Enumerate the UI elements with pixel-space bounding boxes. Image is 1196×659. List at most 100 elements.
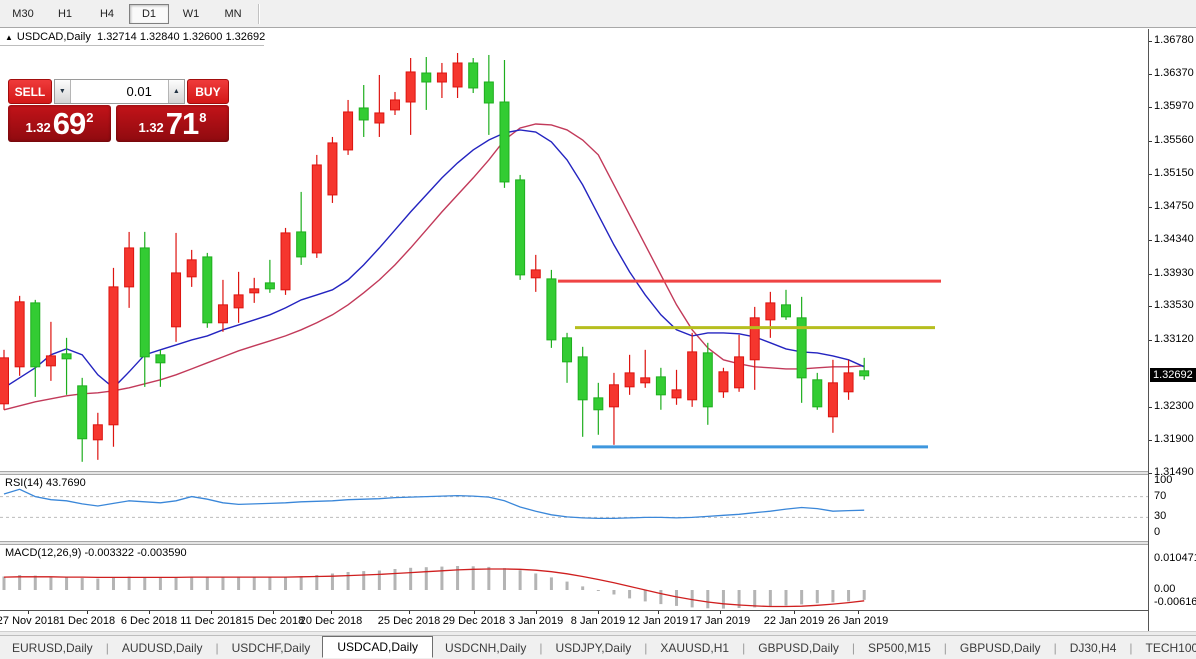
tab-gbpusd-daily[interactable]: GBPUSD,Daily <box>746 638 851 658</box>
timeframe-button-h4[interactable]: H4 <box>87 4 127 24</box>
price-chart-panel: ▲ USDCAD,Daily 1.32714 1.32840 1.32600 1.… <box>0 29 1149 471</box>
buy-button[interactable]: BUY <box>187 79 229 104</box>
time-axis-label: 6 Dec 2018 <box>121 615 177 627</box>
sell-price-big: 69 <box>53 106 85 142</box>
time-axis-label: 1 Dec 2018 <box>59 615 115 627</box>
header-divider <box>0 45 264 46</box>
timeframe-button-w1[interactable]: W1 <box>171 4 211 24</box>
tab-usdjpy-daily[interactable]: USDJPY,Daily <box>543 638 643 658</box>
buy-price-prefix: 1.32 <box>138 120 163 135</box>
timeframe-button-mn[interactable]: MN <box>213 4 253 24</box>
tab-tech100-h1[interactable]: TECH100,H1 <box>1134 638 1196 658</box>
time-axis-label: 12 Jan 2019 <box>628 615 689 627</box>
axis-tick <box>1149 274 1152 275</box>
rsi-axis-label: 30 <box>1154 510 1166 522</box>
price-axis-label: 1.36370 <box>1154 67 1194 79</box>
price-axis-label: 1.31900 <box>1154 433 1194 445</box>
tab-usdcnh-daily[interactable]: USDCNH,Daily <box>433 638 538 658</box>
sell-button[interactable]: SELL <box>8 79 52 104</box>
rsi-label: RSI(14) 43.7690 <box>5 477 86 489</box>
time-axis-tick <box>858 611 859 614</box>
axis-tick <box>1149 340 1152 341</box>
tab-xauusd-h1[interactable]: XAUUSD,H1 <box>648 638 741 658</box>
time-axis-label: 22 Jan 2019 <box>764 615 825 627</box>
tab-sp500-m15[interactable]: SP500,M15 <box>856 638 943 658</box>
time-axis-tick <box>409 611 410 614</box>
buy-price-display[interactable]: 1.32 71 8 <box>116 105 229 142</box>
time-axis-label: 26 Jan 2019 <box>828 615 889 627</box>
axis-tick <box>1149 107 1152 108</box>
price-axis-label: 1.33120 <box>1154 333 1194 345</box>
time-axis-label: 8 Jan 2019 <box>571 615 625 627</box>
time-axis-tick <box>598 611 599 614</box>
rsi-panel: RSI(14) 43.7690 <box>0 475 1149 541</box>
time-axis-tick <box>87 611 88 614</box>
tab-usdchf-daily[interactable]: USDCHF,Daily <box>220 638 323 658</box>
time-axis-label: 15 Dec 2018 <box>242 615 304 627</box>
current-price-marker: 1.32692 <box>1150 368 1196 382</box>
time-axis-tick <box>28 611 29 614</box>
axis-tick <box>1149 240 1152 241</box>
sell-price-prefix: 1.32 <box>25 120 50 135</box>
toolbar-separator <box>258 4 260 24</box>
axis-tick <box>1149 174 1152 175</box>
time-axis-tick <box>474 611 475 614</box>
time-axis-tick <box>794 611 795 614</box>
sell-price-display[interactable]: 1.32 69 2 <box>8 105 111 142</box>
time-axis-label: 20 Dec 2018 <box>300 615 362 627</box>
timeframe-button-m30[interactable]: M30 <box>3 4 43 24</box>
time-axis-tick <box>331 611 332 614</box>
time-axis-label: 11 Dec 2018 <box>180 615 242 627</box>
price-axis-label: 1.33930 <box>1154 267 1194 279</box>
chart-ohlc-values: 1.32714 1.32840 1.32600 1.32692 <box>97 31 265 43</box>
collapse-panel-icon[interactable]: ▲ <box>5 33 13 42</box>
symbol-tabbar: EURUSD,Daily|AUDUSD,Daily|USDCHF,DailyUS… <box>0 635 1196 659</box>
axis-tick <box>1149 41 1152 42</box>
price-axis-label: 1.32300 <box>1154 400 1194 412</box>
axis-tick <box>1149 407 1152 408</box>
buy-price-sup: 8 <box>199 110 206 125</box>
timeframe-button-h1[interactable]: H1 <box>45 4 85 24</box>
price-axis-label: 1.35560 <box>1154 134 1194 146</box>
mt4-window: { "toolbar": {"timeframes": [ {"label":"… <box>0 0 1196 659</box>
price-axis-label: 1.33530 <box>1154 299 1194 311</box>
time-axis-tick <box>720 611 721 614</box>
axis-tick <box>1149 473 1152 474</box>
volume-decrease-icon[interactable]: ▼ <box>55 80 71 103</box>
time-axis[interactable]: 27 Nov 20181 Dec 20186 Dec 201811 Dec 20… <box>0 610 1148 632</box>
axis-tick <box>1149 141 1152 142</box>
time-axis-tick <box>149 611 150 614</box>
chart-symbol-label: USDCAD,Daily <box>17 31 91 43</box>
time-axis-label: 17 Jan 2019 <box>690 615 751 627</box>
buy-price-big: 71 <box>166 106 198 142</box>
timeframe-toolbar: M30H1H4D1W1MN <box>0 0 1196 28</box>
volume-increase-icon[interactable]: ▲ <box>168 80 184 103</box>
timeframe-button-d1[interactable]: D1 <box>129 4 169 24</box>
axis-tick <box>1149 74 1152 75</box>
macd-axis-label: -0.006164 <box>1154 596 1196 608</box>
macd-axis-label: 0.010471 <box>1154 552 1196 564</box>
price-axis-label: 1.35150 <box>1154 167 1194 179</box>
rsi-axis-label: 0 <box>1154 526 1160 538</box>
axis-tick <box>1149 306 1152 307</box>
macd-label: MACD(12,26,9) -0.003322 -0.003590 <box>5 547 187 559</box>
time-axis-tick <box>211 611 212 614</box>
rsi-axis-label: 70 <box>1154 490 1166 502</box>
macd-panel: MACD(12,26,9) -0.003322 -0.003590 <box>0 545 1149 610</box>
tab-eurusd-daily[interactable]: EURUSD,Daily <box>0 638 105 658</box>
rsi-chart[interactable] <box>0 475 1149 541</box>
one-click-trade-panel: SELL ▼ ▲ BUY 1.32 69 2 1.32 71 8 <box>8 79 229 142</box>
rsi-axis-label: 100 <box>1154 474 1172 486</box>
time-axis-label: 25 Dec 2018 <box>378 615 440 627</box>
price-axis-label: 1.34340 <box>1154 233 1194 245</box>
price-axis[interactable]: 1.367801.363701.359701.355601.351501.347… <box>1148 29 1196 631</box>
tab-usdcad-daily[interactable]: USDCAD,Daily <box>322 636 433 658</box>
tab-audusd-daily[interactable]: AUDUSD,Daily <box>110 638 215 658</box>
tab-dj30-h4[interactable]: DJ30,H4 <box>1058 638 1129 658</box>
time-axis-tick <box>658 611 659 614</box>
time-axis-label: 3 Jan 2019 <box>509 615 563 627</box>
axis-tick <box>1149 207 1152 208</box>
volume-input[interactable] <box>71 80 168 103</box>
tab-gbpusd-daily[interactable]: GBPUSD,Daily <box>948 638 1053 658</box>
time-axis-tick <box>273 611 274 614</box>
